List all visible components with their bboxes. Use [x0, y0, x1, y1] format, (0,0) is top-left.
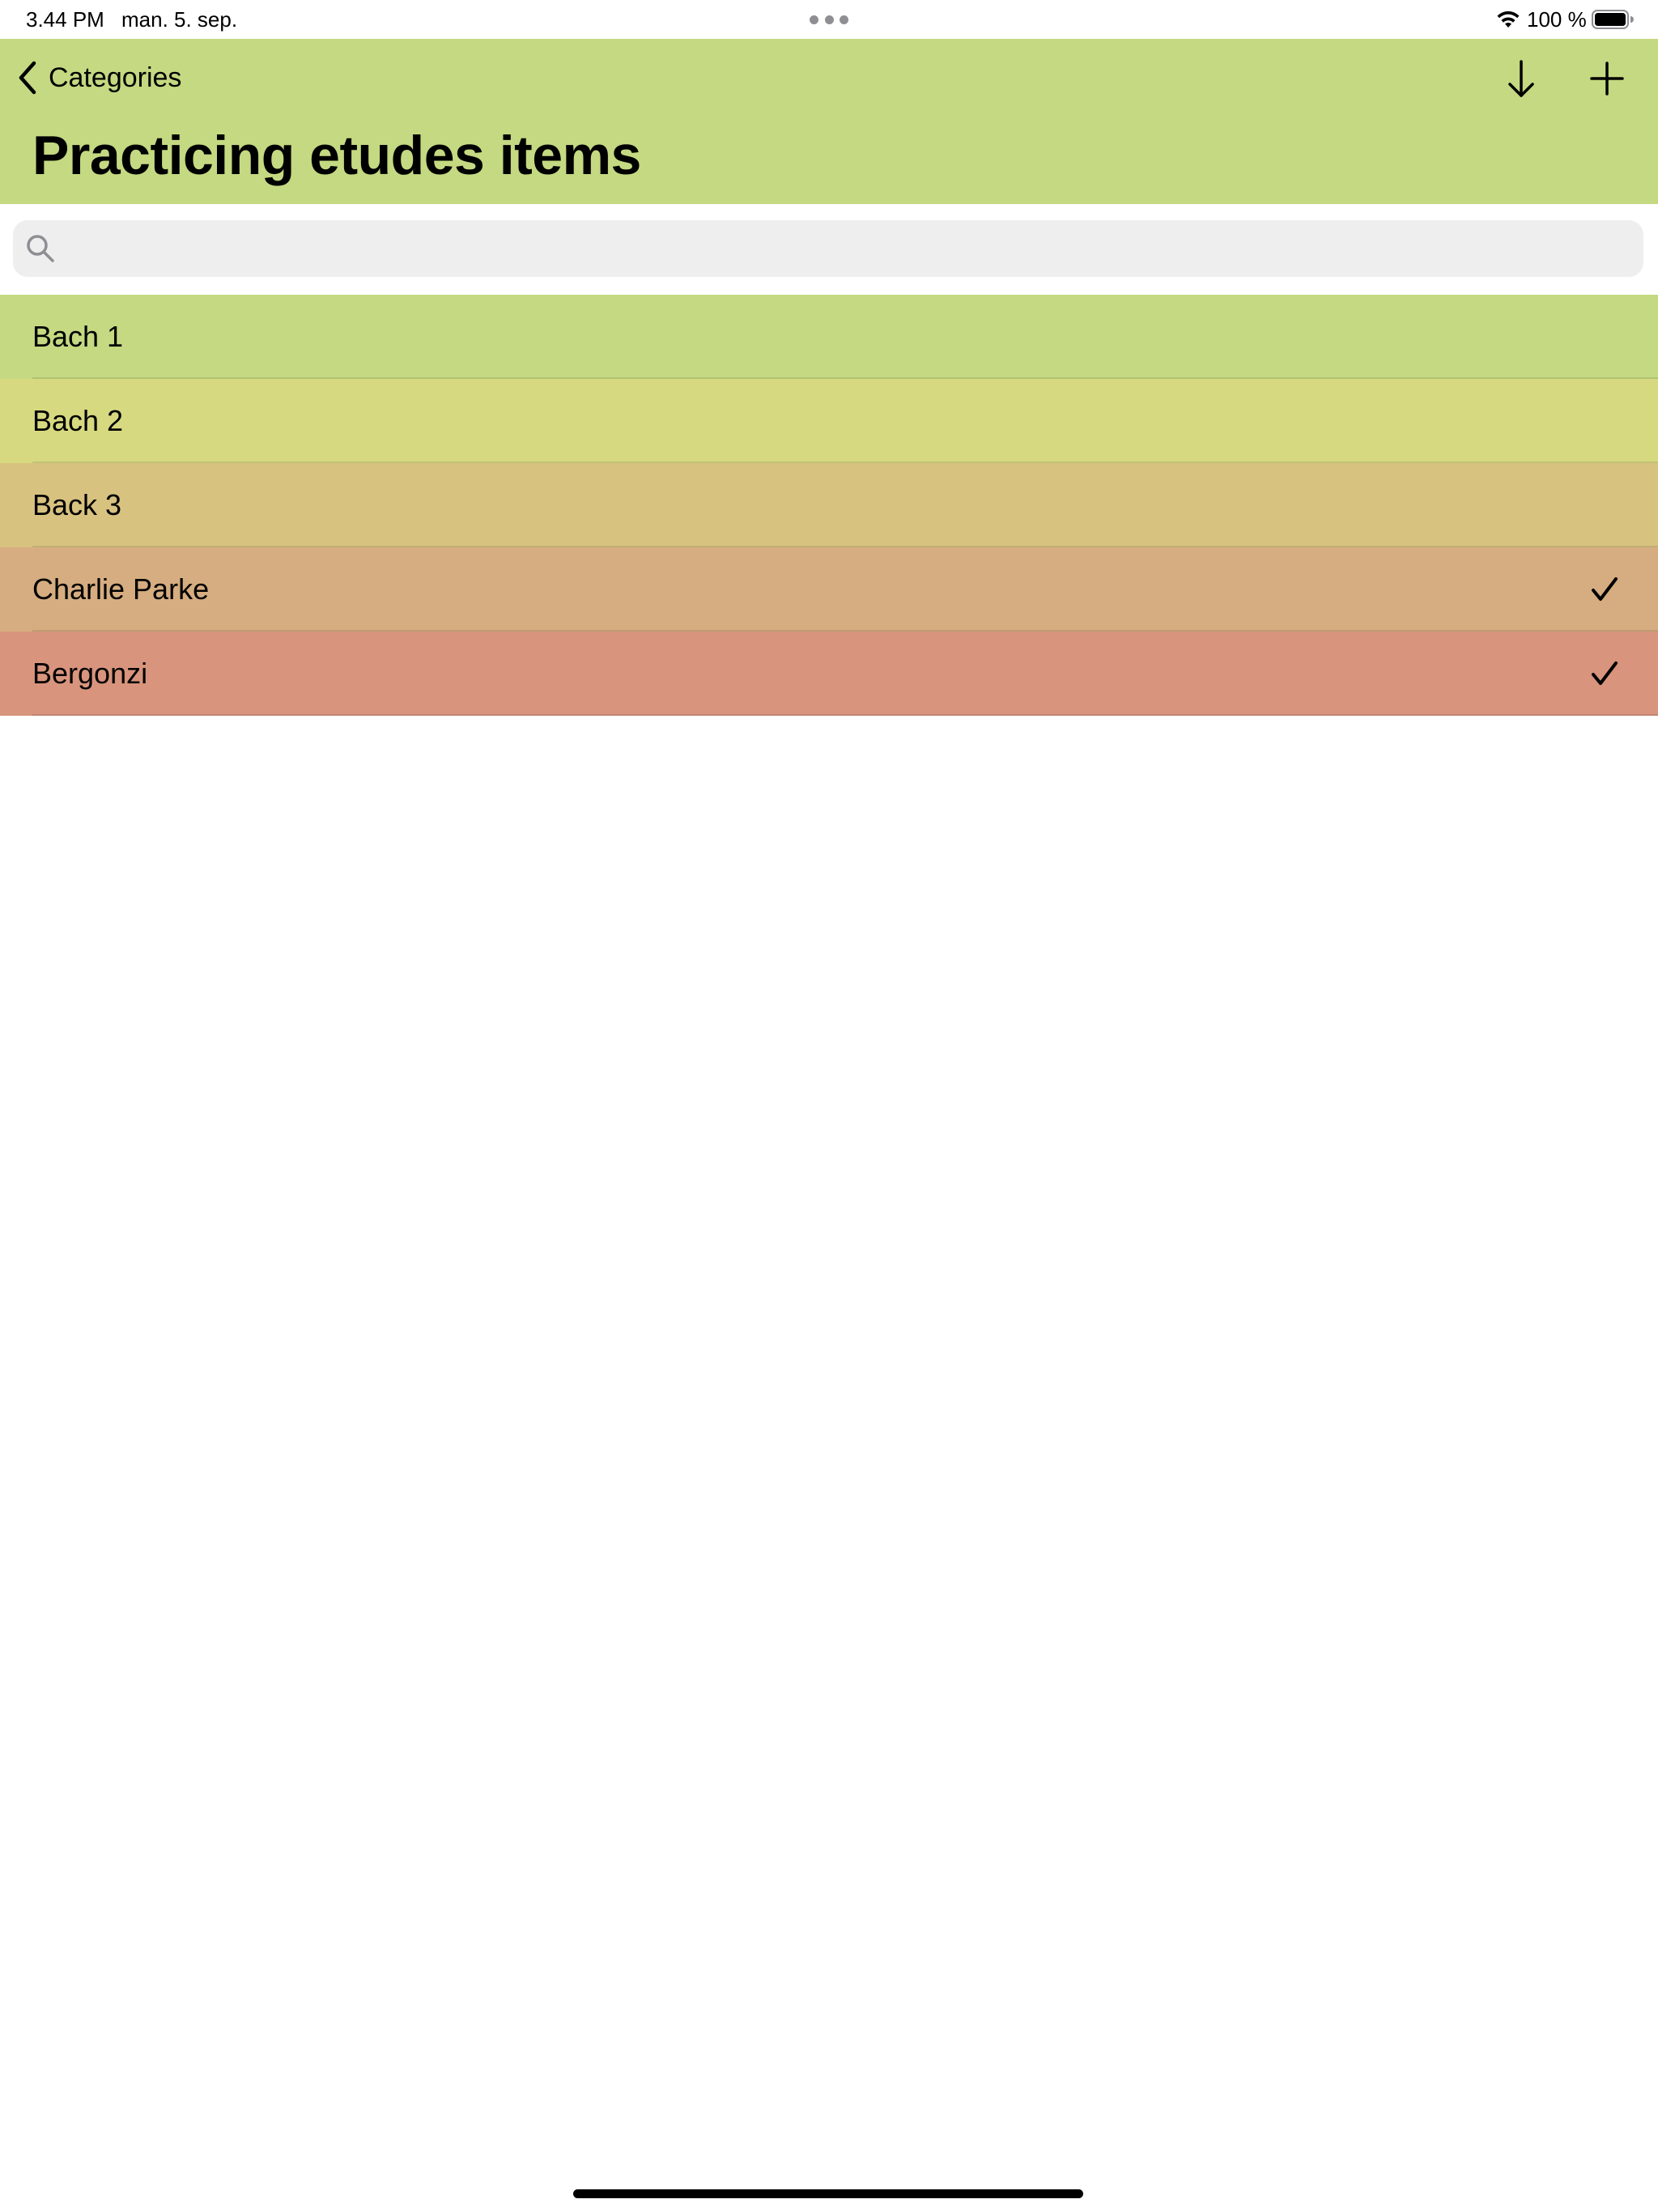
search-input[interactable] [66, 220, 1629, 277]
multitasking-dots-icon[interactable] [810, 15, 848, 24]
list-item[interactable]: Bach 1 [0, 295, 1658, 379]
battery-icon [1592, 10, 1634, 29]
battery-percentage: 100 % [1527, 7, 1587, 32]
navigation-header: Categories Practicing etudes items [0, 39, 1658, 204]
list-item-label: Charlie Parke [32, 572, 210, 606]
list-item-label: Bach 2 [32, 404, 124, 437]
list-item-label: Bach 1 [32, 320, 124, 353]
list-item[interactable]: Bach 2 [0, 379, 1658, 463]
chevron-left-icon [19, 61, 36, 95]
item-list: Bach 1 Bach 2 Back 3 Charlie Parke Bergo… [0, 295, 1658, 716]
list-item[interactable]: Charlie Parke [0, 547, 1658, 632]
list-item-label: Back 3 [32, 488, 122, 521]
wifi-icon [1497, 11, 1520, 28]
search-field[interactable] [13, 220, 1643, 277]
plus-icon [1590, 62, 1624, 96]
status-date: man. 5. sep. [121, 7, 238, 32]
checkmark-icon [1592, 577, 1618, 601]
checkmark-icon [1592, 661, 1618, 685]
status-time: 3.44 PM [26, 7, 104, 32]
back-button-label: Categories [49, 62, 182, 93]
add-item-button[interactable] [1585, 57, 1629, 100]
list-item-label: Bergonzi [32, 657, 148, 690]
list-item[interactable]: Bergonzi [0, 632, 1658, 716]
search-icon [27, 235, 54, 262]
sort-button[interactable] [1499, 57, 1543, 100]
status-bar: 3.44 PM man. 5. sep. 100 % [0, 0, 1658, 39]
page-title: Practicing etudes items [32, 125, 641, 186]
search-area [0, 204, 1658, 295]
arrow-down-icon [1508, 60, 1534, 97]
list-item[interactable]: Back 3 [0, 463, 1658, 547]
back-button[interactable]: Categories [16, 55, 181, 100]
home-indicator[interactable] [573, 2189, 1083, 2198]
